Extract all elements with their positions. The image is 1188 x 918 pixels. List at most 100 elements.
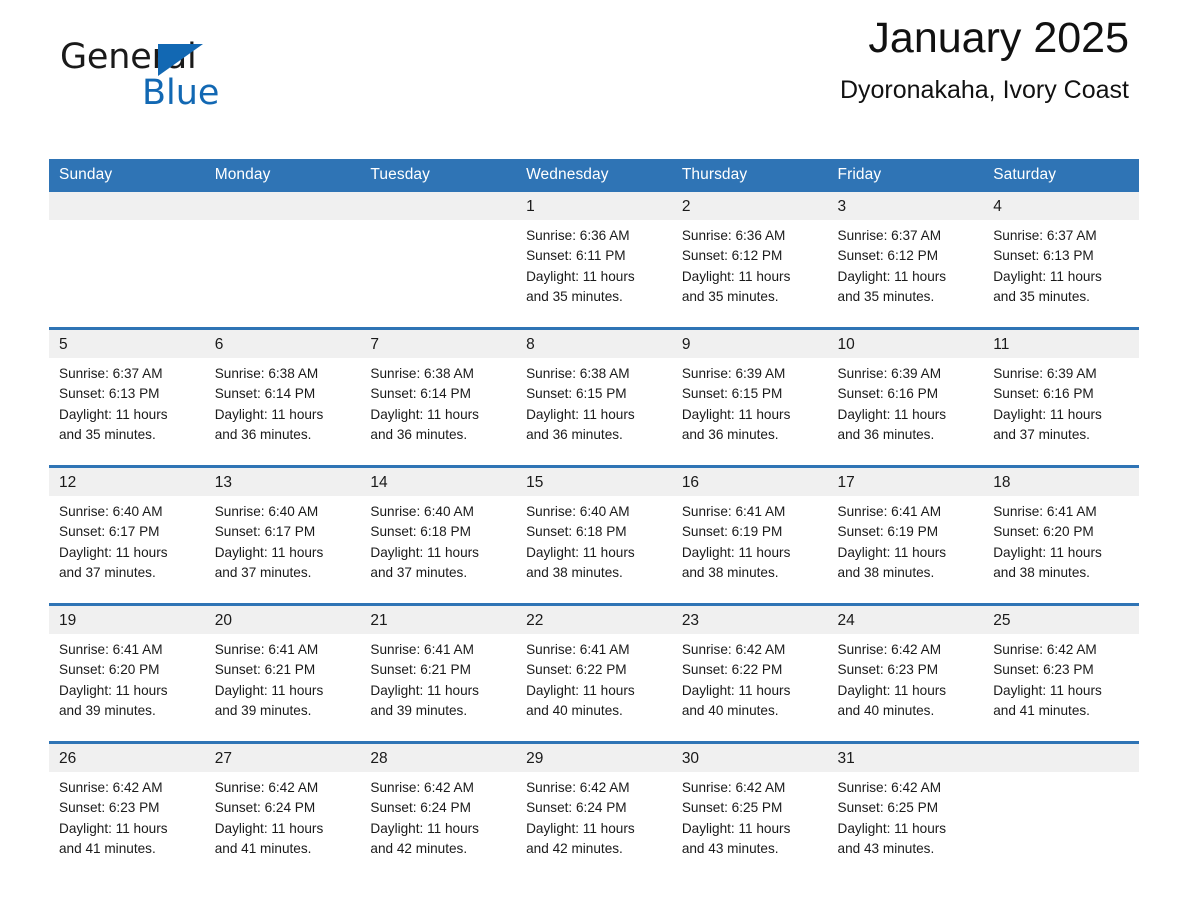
day-cell: 31 Sunrise: 6:42 AM Sunset: 6:25 PM Dayligh… bbox=[827, 744, 984, 879]
calendar-cell-day-27[interactable]: 27 Sunrise: 6:42 AM Sunset: 6:24 PM Dayligh… bbox=[204, 741, 361, 879]
day-details: Sunrise: 6:41 AM Sunset: 6:19 PM Daylight:… bbox=[672, 496, 828, 583]
day-cell: 9 Sunrise: 6:39 AM Sunset: 6:15 PM Daylight… bbox=[671, 330, 828, 465]
day-number bbox=[49, 192, 205, 220]
day-details: Sunrise: 6:37 AM Sunset: 6:13 PM Daylight:… bbox=[983, 220, 1139, 307]
day-details: Sunrise: 6:41 AM Sunset: 6:19 PM Daylight:… bbox=[828, 496, 984, 583]
day-cell: 28 Sunrise: 6:42 AM Sunset: 6:24 PM Dayligh… bbox=[360, 744, 517, 879]
day-detail-line: and 39 minutes. bbox=[59, 702, 156, 718]
calendar-cell-day-18[interactable]: 18 Sunrise: 6:41 AM Sunset: 6:20 PM Dayligh… bbox=[983, 465, 1139, 605]
day-detail-line: Sunset: 6:25 PM bbox=[837, 800, 939, 816]
general-blue-logo[interactable]: General Blue bbox=[60, 40, 360, 120]
day-detail-line: Sunset: 6:25 PM bbox=[681, 800, 783, 816]
day-detail-line: Sunrise: 6:42 AM bbox=[837, 642, 942, 657]
calendar-cell-day-26[interactable]: 26 Sunrise: 6:42 AM Sunset: 6:23 PM Dayligh… bbox=[49, 741, 205, 879]
calendar-week-row: 1 Sunrise: 6:36 AM Sunset: 6:11 PM Daylight… bbox=[49, 192, 1139, 329]
day-details: Sunrise: 6:39 AM Sunset: 6:16 PM Daylight:… bbox=[983, 358, 1139, 445]
page-title: January 2025 bbox=[868, 14, 1129, 62]
day-detail-line: Sunrise: 6:42 AM bbox=[993, 642, 1097, 657]
day-detail-line: Sunset: 6:12 PM bbox=[681, 248, 783, 264]
day-cell bbox=[983, 744, 1139, 879]
day-detail-line: Sunrise: 6:38 AM bbox=[214, 366, 319, 381]
calendar-cell-day-9[interactable]: 9 Sunrise: 6:39 AM Sunset: 6:15 PM Daylight… bbox=[671, 327, 828, 467]
day-details: Sunrise: 6:42 AM Sunset: 6:22 PM Daylight:… bbox=[672, 634, 828, 721]
day-detail-line: Sunrise: 6:40 AM bbox=[370, 504, 474, 519]
day-detail-line: Sunset: 6:18 PM bbox=[526, 524, 627, 540]
day-cell: 27 Sunrise: 6:42 AM Sunset: 6:24 PM Dayligh… bbox=[204, 744, 361, 879]
day-number: 27 bbox=[204, 744, 361, 772]
calendar-cell-day-5[interactable]: 5 Sunrise: 6:37 AM Sunset: 6:13 PM Daylight… bbox=[49, 327, 205, 467]
calendar-cell-day-7[interactable]: 7 Sunrise: 6:38 AM Sunset: 6:14 PM Daylight… bbox=[360, 327, 517, 467]
calendar-cell-day-30[interactable]: 30 Sunrise: 6:42 AM Sunset: 6:25 PM Dayligh… bbox=[671, 741, 828, 879]
calendar-cell-day-25[interactable]: 25 Sunrise: 6:42 AM Sunset: 6:23 PM Dayligh… bbox=[983, 603, 1139, 743]
day-details: Sunrise: 6:40 AM Sunset: 6:17 PM Daylight:… bbox=[205, 496, 361, 583]
calendar-cell-day-2[interactable]: 2 Sunrise: 6:36 AM Sunset: 6:12 PM Daylight… bbox=[671, 192, 828, 329]
calendar-cell-day-12[interactable]: 12 Sunrise: 6:40 AM Sunset: 6:17 PM Dayligh… bbox=[49, 465, 205, 605]
day-detail-line: Sunrise: 6:41 AM bbox=[681, 504, 786, 519]
day-details: Sunrise: 6:37 AM Sunset: 6:12 PM Daylight:… bbox=[828, 220, 984, 307]
day-number: 15 bbox=[516, 468, 672, 496]
day-cell: 19 Sunrise: 6:41 AM Sunset: 6:20 PM Dayligh… bbox=[49, 606, 205, 741]
day-cell: 8 Sunrise: 6:38 AM Sunset: 6:15 PM Daylight… bbox=[516, 330, 672, 465]
day-detail-line: and 38 minutes. bbox=[681, 564, 779, 580]
day-number: 2 bbox=[671, 192, 828, 220]
day-detail-line: Sunrise: 6:42 AM bbox=[837, 780, 942, 795]
calendar-cell-day-15[interactable]: 15 Sunrise: 6:40 AM Sunset: 6:18 PM Dayligh… bbox=[516, 465, 672, 605]
calendar-cell-day-17[interactable]: 17 Sunrise: 6:41 AM Sunset: 6:19 PM Dayligh… bbox=[827, 465, 984, 605]
calendar-cell-day-4[interactable]: 4 Sunrise: 6:37 AM Sunset: 6:13 PM Daylight… bbox=[983, 192, 1139, 329]
calendar-cell-day-22[interactable]: 22 Sunrise: 6:41 AM Sunset: 6:22 PM Dayligh… bbox=[516, 603, 672, 743]
calendar-cell-day-31[interactable]: 31 Sunrise: 6:42 AM Sunset: 6:25 PM Dayligh… bbox=[827, 741, 984, 879]
day-details bbox=[49, 220, 205, 226]
day-detail-line: Sunrise: 6:42 AM bbox=[681, 780, 786, 795]
day-details: Sunrise: 6:38 AM Sunset: 6:15 PM Daylight:… bbox=[516, 358, 672, 445]
day-detail-line: Sunrise: 6:41 AM bbox=[370, 642, 474, 657]
day-number: 16 bbox=[671, 468, 828, 496]
day-detail-line: Daylight: 11 hours bbox=[214, 682, 324, 698]
day-number: 11 bbox=[983, 330, 1139, 358]
day-cell: 30 Sunrise: 6:42 AM Sunset: 6:25 PM Dayligh… bbox=[671, 744, 828, 879]
calendar-cell-day-13[interactable]: 13 Sunrise: 6:40 AM Sunset: 6:17 PM Dayligh… bbox=[204, 465, 361, 605]
day-cell: 23 Sunrise: 6:42 AM Sunset: 6:22 PM Dayligh… bbox=[671, 606, 828, 741]
day-number: 20 bbox=[204, 606, 361, 634]
calendar-cell-day-28[interactable]: 28 Sunrise: 6:42 AM Sunset: 6:24 PM Dayligh… bbox=[360, 741, 517, 879]
day-detail-line: and 37 minutes. bbox=[370, 564, 468, 580]
day-detail-line: Sunrise: 6:42 AM bbox=[526, 780, 630, 795]
calendar-cell-day-3[interactable]: 3 Sunrise: 6:37 AM Sunset: 6:12 PM Daylight… bbox=[827, 192, 984, 329]
calendar-cell-day-29[interactable]: 29 Sunrise: 6:42 AM Sunset: 6:24 PM Dayligh… bbox=[516, 741, 672, 879]
day-cell: 24 Sunrise: 6:42 AM Sunset: 6:23 PM Dayligh… bbox=[827, 606, 984, 741]
calendar-cell-day-24[interactable]: 24 Sunrise: 6:42 AM Sunset: 6:23 PM Dayligh… bbox=[827, 603, 984, 743]
calendar-cell-day-1[interactable]: 1 Sunrise: 6:36 AM Sunset: 6:11 PM Daylight… bbox=[516, 192, 672, 329]
calendar-cell-day-21[interactable]: 21 Sunrise: 6:41 AM Sunset: 6:21 PM Dayligh… bbox=[360, 603, 517, 743]
day-cell: 5 Sunrise: 6:37 AM Sunset: 6:13 PM Daylight… bbox=[49, 330, 205, 465]
day-detail-line: and 35 minutes. bbox=[993, 288, 1090, 304]
day-detail-line: and 41 minutes. bbox=[59, 840, 156, 856]
day-detail-line: Sunrise: 6:39 AM bbox=[993, 366, 1097, 381]
calendar-cell-day-19[interactable]: 19 Sunrise: 6:41 AM Sunset: 6:20 PM Dayligh… bbox=[49, 603, 205, 743]
day-detail-line: Sunrise: 6:41 AM bbox=[526, 642, 630, 657]
weekday-header-wednesday: Wednesday bbox=[516, 159, 672, 192]
day-details: Sunrise: 6:39 AM Sunset: 6:15 PM Daylight:… bbox=[672, 358, 828, 445]
calendar-cell-day-11[interactable]: 11 Sunrise: 6:39 AM Sunset: 6:16 PM Dayligh… bbox=[983, 327, 1139, 467]
weekday-header-saturday: Saturday bbox=[983, 159, 1139, 192]
day-detail-line: Sunset: 6:23 PM bbox=[993, 662, 1094, 678]
calendar-cell-day-10[interactable]: 10 Sunrise: 6:39 AM Sunset: 6:16 PM Dayligh… bbox=[827, 327, 984, 467]
day-detail-line: Sunrise: 6:41 AM bbox=[214, 642, 319, 657]
day-detail-line: Daylight: 11 hours bbox=[526, 406, 635, 422]
day-details: Sunrise: 6:42 AM Sunset: 6:23 PM Daylight:… bbox=[49, 772, 205, 859]
calendar-week-row: 5 Sunrise: 6:37 AM Sunset: 6:13 PM Daylight… bbox=[49, 327, 1139, 467]
day-details bbox=[205, 220, 361, 226]
day-detail-line: Sunrise: 6:38 AM bbox=[370, 366, 474, 381]
calendar-cell-day-23[interactable]: 23 Sunrise: 6:42 AM Sunset: 6:22 PM Dayligh… bbox=[671, 603, 828, 743]
calendar-cell-day-8[interactable]: 8 Sunrise: 6:38 AM Sunset: 6:15 PM Daylight… bbox=[516, 327, 672, 467]
calendar-cell-day-16[interactable]: 16 Sunrise: 6:41 AM Sunset: 6:19 PM Dayligh… bbox=[671, 465, 828, 605]
day-detail-line: Sunset: 6:22 PM bbox=[681, 662, 783, 678]
day-detail-line: Daylight: 11 hours bbox=[993, 682, 1102, 698]
day-detail-line: Daylight: 11 hours bbox=[59, 544, 168, 560]
day-cell: 2 Sunrise: 6:36 AM Sunset: 6:12 PM Daylight… bbox=[671, 192, 828, 327]
calendar-cell-day-14[interactable]: 14 Sunrise: 6:40 AM Sunset: 6:18 PM Dayligh… bbox=[360, 465, 517, 605]
day-detail-line: Sunset: 6:23 PM bbox=[59, 800, 160, 816]
day-detail-line: Sunset: 6:19 PM bbox=[837, 524, 939, 540]
day-detail-line: Daylight: 11 hours bbox=[214, 406, 324, 422]
calendar-cell-day-20[interactable]: 20 Sunrise: 6:41 AM Sunset: 6:21 PM Dayligh… bbox=[204, 603, 361, 743]
day-detail-line: and 36 minutes. bbox=[526, 426, 623, 442]
calendar-cell-day-6[interactable]: 6 Sunrise: 6:38 AM Sunset: 6:14 PM Daylight… bbox=[204, 327, 361, 467]
